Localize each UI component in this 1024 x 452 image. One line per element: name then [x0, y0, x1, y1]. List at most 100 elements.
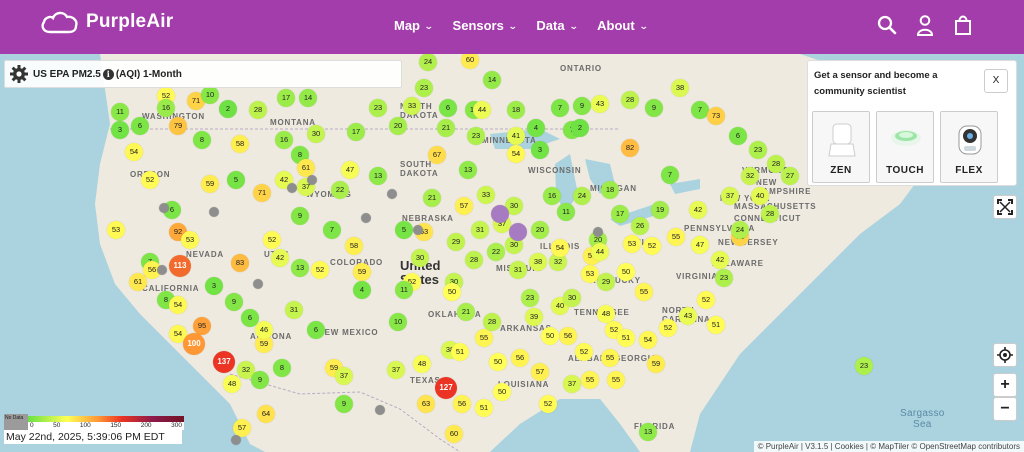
sensor-marker[interactable]: 47 [341, 161, 359, 179]
sensor-marker[interactable]: 6 [241, 309, 259, 327]
map-layer-label[interactable]: US EPA PM2.5 i (AQI) 1-Month [33, 68, 182, 80]
sensor-marker[interactable]: 9 [291, 207, 309, 225]
sensor-marker[interactable]: 17 [277, 89, 295, 107]
sensor-marker[interactable]: 28 [249, 101, 267, 119]
sensor-marker[interactable]: 51 [707, 316, 725, 334]
sensor-marker[interactable]: 79 [169, 117, 187, 135]
sensor-marker[interactable]: 23 [415, 79, 433, 97]
sensor-marker[interactable]: 17 [611, 205, 629, 223]
sensor-marker[interactable]: 51 [475, 399, 493, 417]
sensor-marker[interactable]: 28 [761, 205, 779, 223]
sensor-marker[interactable]: 8 [273, 359, 291, 377]
sensor-marker[interactable]: 73 [707, 107, 725, 125]
sensor-marker[interactable]: 54 [507, 145, 525, 163]
sensor-marker[interactable]: 52 [141, 171, 159, 189]
sensor-marker[interactable]: 21 [423, 189, 441, 207]
locate-button[interactable] [993, 343, 1017, 367]
sensor-marker[interactable]: 54 [639, 331, 657, 349]
sensor-marker[interactable]: 55 [607, 371, 625, 389]
sensor-marker[interactable]: 27 [781, 167, 799, 185]
sensor-marker[interactable]: 57 [455, 197, 473, 215]
sensor-marker[interactable]: 71 [253, 184, 271, 202]
sensor-marker[interactable]: 59 [647, 355, 665, 373]
sensor-marker[interactable]: 16 [543, 187, 561, 205]
nav-map[interactable]: Map ⌄ [394, 18, 434, 33]
sensor-marker[interactable]: 51 [617, 329, 635, 347]
sensor-marker[interactable]: 100 [183, 333, 205, 355]
sensor-marker[interactable]: 52 [643, 237, 661, 255]
sensor-marker-indoor[interactable] [509, 223, 527, 241]
map-settings-bar[interactable]: US EPA PM2.5 i (AQI) 1-Month [4, 60, 402, 88]
sensor-marker[interactable]: 6 [131, 117, 149, 135]
sensor-marker[interactable]: 23 [855, 357, 873, 375]
brand-logo[interactable]: PurpleAir [40, 9, 173, 35]
sensor-marker[interactable]: 46 [255, 321, 273, 339]
sensor-marker[interactable]: 40 [751, 187, 769, 205]
sensor-marker[interactable]: 14 [483, 71, 501, 89]
sensor-marker-nodata[interactable] [375, 405, 385, 415]
info-icon[interactable]: i [102, 68, 114, 80]
sensor-marker[interactable]: 28 [465, 251, 483, 269]
account-icon[interactable] [914, 13, 936, 37]
sensor-marker-nodata[interactable] [253, 279, 263, 289]
sensor-marker[interactable]: 60 [445, 425, 463, 443]
sensor-marker[interactable]: 13 [369, 167, 387, 185]
sensor-marker[interactable]: 23 [521, 289, 539, 307]
sensor-marker[interactable]: 28 [621, 91, 639, 109]
sensor-marker[interactable]: 42 [271, 249, 289, 267]
sensor-marker[interactable]: 52 [659, 319, 677, 337]
sensor-marker-nodata[interactable] [307, 175, 317, 185]
sensor-marker-nodata[interactable] [593, 227, 603, 237]
sensor-marker[interactable]: 11 [557, 203, 575, 221]
sensor-marker[interactable]: 59 [353, 263, 371, 281]
sensor-marker[interactable]: 55 [635, 283, 653, 301]
sensor-marker[interactable]: 16 [157, 99, 175, 117]
sensor-marker[interactable]: 54 [551, 239, 569, 257]
sensor-marker[interactable]: 50 [443, 283, 461, 301]
sensor-marker[interactable]: 9 [573, 97, 591, 115]
sensor-marker-indoor[interactable] [491, 205, 509, 223]
sensor-marker[interactable]: 37 [721, 187, 739, 205]
sensor-marker[interactable]: 43 [591, 95, 609, 113]
sensor-marker[interactable]: 37 [387, 361, 405, 379]
sensor-marker[interactable]: 28 [483, 313, 501, 331]
sensor-marker[interactable]: 16 [275, 131, 293, 149]
search-icon[interactable] [876, 13, 898, 37]
sensor-marker[interactable]: 53 [623, 235, 641, 253]
sensor-marker[interactable]: 29 [597, 273, 615, 291]
sensor-marker[interactable]: 9 [335, 395, 353, 413]
sensor-marker[interactable]: 6 [729, 127, 747, 145]
promo-close-button[interactable]: X [984, 69, 1008, 93]
sensor-marker[interactable]: 10 [201, 86, 219, 104]
product-touch[interactable]: TOUCH [876, 111, 934, 183]
sensor-marker[interactable]: 20 [389, 117, 407, 135]
sensor-marker[interactable]: 53 [181, 231, 199, 249]
sensor-marker[interactable]: 59 [201, 175, 219, 193]
sensor-marker[interactable]: 29 [447, 233, 465, 251]
sensor-marker[interactable]: 55 [667, 228, 685, 246]
sensor-marker[interactable]: 23 [369, 99, 387, 117]
sensor-marker-nodata[interactable] [287, 183, 297, 193]
sensor-marker[interactable]: 5 [395, 221, 413, 239]
fullscreen-button[interactable] [993, 195, 1017, 219]
sensor-marker-nodata[interactable] [231, 435, 241, 445]
sensor-marker[interactable]: 58 [345, 237, 363, 255]
sensor-marker[interactable]: 67 [428, 146, 446, 164]
sensor-marker[interactable]: 38 [671, 79, 689, 97]
sensor-marker[interactable]: 44 [591, 243, 609, 261]
gear-icon[interactable] [9, 64, 29, 84]
cart-icon[interactable] [952, 13, 974, 37]
sensor-marker[interactable]: 41 [507, 127, 525, 145]
sensor-marker[interactable]: 13 [639, 423, 657, 441]
sensor-marker[interactable]: 19 [651, 201, 669, 219]
sensor-marker[interactable]: 18 [601, 181, 619, 199]
sensor-marker[interactable]: 48 [223, 375, 241, 393]
map-attribution[interactable]: © PurpleAir | V3.1.5 | Cookies | © MapTi… [753, 441, 1024, 452]
sensor-marker[interactable]: 56 [511, 349, 529, 367]
sensor-marker[interactable]: 11 [111, 103, 129, 121]
sensor-marker-nodata[interactable] [387, 189, 397, 199]
sensor-marker[interactable]: 31 [509, 261, 527, 279]
sensor-marker[interactable]: 2 [219, 100, 237, 118]
sensor-marker[interactable]: 26 [631, 217, 649, 235]
sensor-marker[interactable]: 17 [347, 123, 365, 141]
